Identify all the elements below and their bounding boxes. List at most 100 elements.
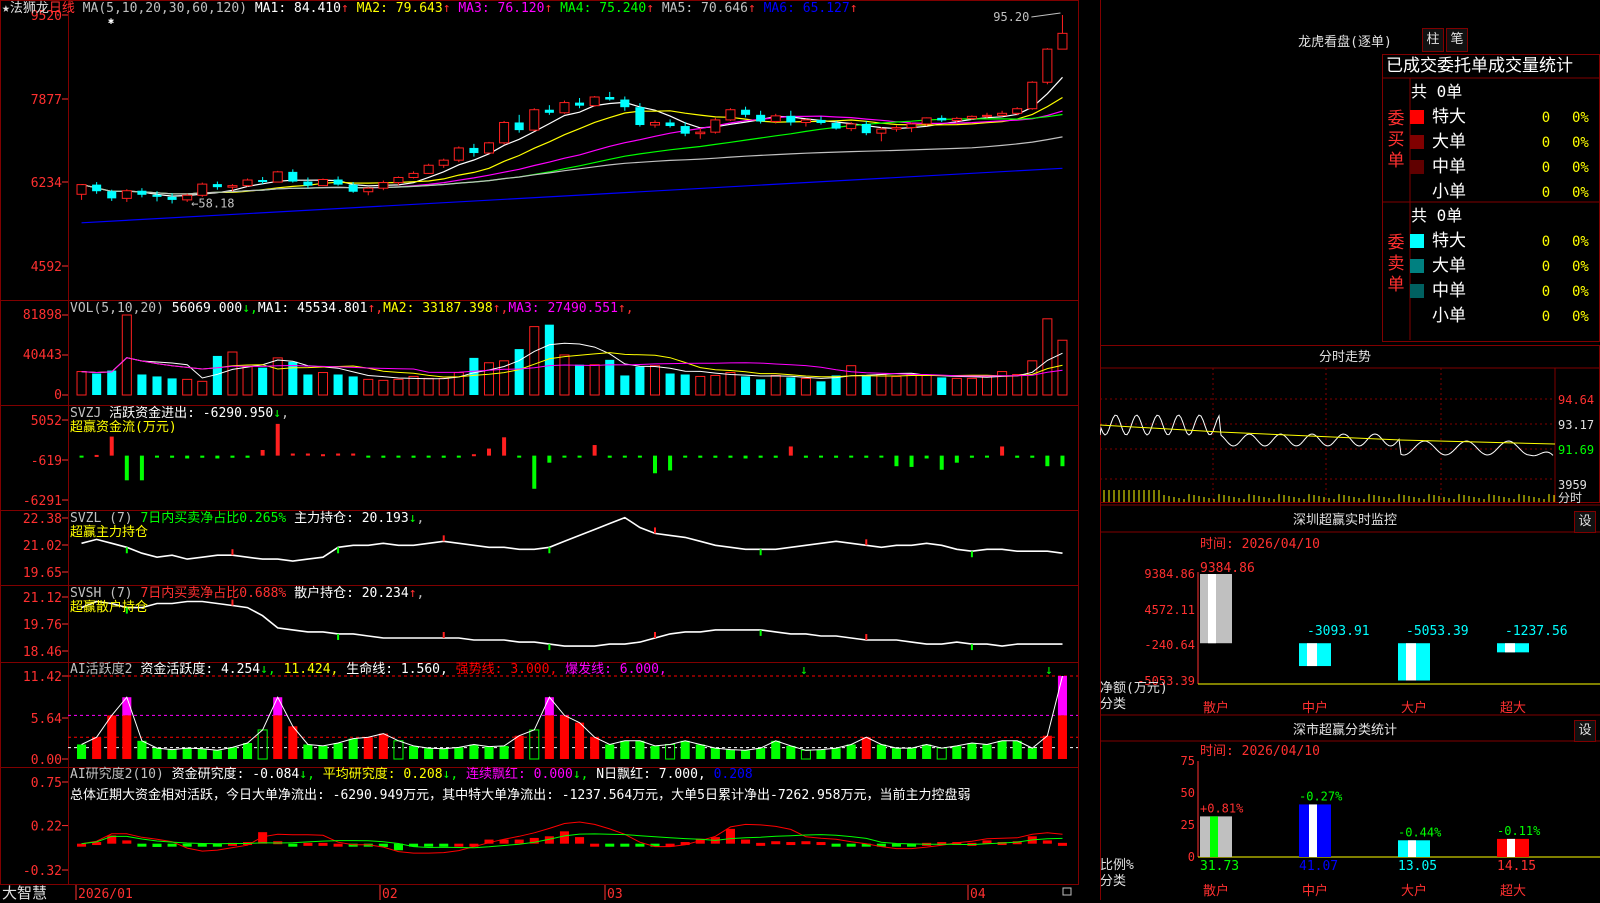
candle: [997, 110, 1008, 117]
candle: [197, 182, 208, 197]
class-tick: 75: [1181, 754, 1195, 768]
bar-mode-button[interactable]: 柱: [1422, 28, 1444, 52]
pen-mode-button[interactable]: 笔: [1446, 28, 1468, 52]
candle: [575, 98, 585, 109]
class-settings-button[interactable]: 设: [1574, 720, 1596, 742]
svzl-text1: 7日内买卖净占比0.265%: [140, 510, 294, 526]
ai2-bar: [575, 837, 585, 844]
class-bar: [1497, 838, 1529, 857]
sell-row-count: 0: [1542, 259, 1550, 275]
ai1-bar: [469, 744, 479, 759]
monitor-cat: 分类: [1100, 697, 1126, 712]
class-tick: 0: [1188, 850, 1195, 864]
ma120-line: [81, 167, 1063, 224]
kline-chart-area[interactable]: 9520 7877 6234 4592 95.20 ←58.18 ★法狮龙日线 MA(5,1…: [0, 0, 1100, 902]
vol-bar: [438, 377, 449, 396]
ai1-bar: [695, 744, 705, 759]
vol-ma-arrow: ↑,: [367, 301, 383, 316]
candle-body: [710, 119, 721, 133]
svsh-sub: 超赢散户持仓: [70, 599, 148, 615]
minute-tick: 91.69: [1558, 443, 1594, 457]
svzj-bar: [170, 455, 175, 458]
ai1-bar: [559, 715, 569, 759]
ai2-bar: [559, 831, 569, 844]
ai1-bar: [620, 740, 630, 759]
ai1-bar: [1057, 715, 1067, 759]
ai2-bar: [635, 843, 645, 847]
candle: [816, 116, 826, 125]
svzj-bar: [381, 455, 386, 458]
class-bar: [1299, 804, 1331, 857]
vol-bar: [76, 371, 87, 396]
vol-bar: [167, 378, 177, 395]
candle-body: [514, 122, 524, 131]
svsh-axis-label: 21.12: [23, 591, 62, 606]
ai2-bar: [424, 843, 434, 847]
vol-bar: [741, 376, 751, 395]
candle-body: [695, 131, 706, 135]
monitor-bar: [1398, 643, 1430, 681]
ai2-bar: [152, 843, 162, 847]
buy-row-count: 0: [1542, 135, 1550, 151]
ai2-bar: [771, 841, 781, 845]
candle: [438, 158, 449, 168]
vol-bar: [182, 378, 193, 396]
svzj-bar: [502, 437, 507, 456]
svzj-bar: [230, 455, 235, 458]
candle-body: [499, 121, 510, 144]
ma-arrow: ↑: [443, 1, 459, 16]
svzj-bar: [1015, 455, 1020, 458]
ai2-bar: [122, 840, 132, 844]
ai1-text3: 生命线: 1.560,: [346, 661, 455, 677]
ai2-bar: [303, 842, 313, 846]
monitor-settings-button[interactable]: 设: [1574, 511, 1596, 533]
ai2-summary: 总体近期大资金相对活跃，今日大单净流出: -6290.949万元，其中特大单净流…: [70, 787, 970, 803]
candle-body: [861, 123, 871, 134]
svzl-arrow: ↓: [409, 511, 417, 526]
ai2-bar: [333, 843, 343, 847]
chart-frame: [0, 0, 1079, 885]
ai1-bar: [378, 733, 388, 759]
minute-title: 分时走势: [1319, 349, 1371, 365]
sell-row-pct: 0%: [1572, 259, 1589, 275]
candle-body: [816, 119, 826, 123]
vol-bar: [378, 379, 389, 396]
candle-body: [906, 123, 917, 129]
candle: [1012, 107, 1023, 116]
candle: [272, 170, 283, 183]
candle: [906, 122, 917, 133]
ai1-bar-hollow: [393, 740, 404, 760]
svzl-sub: 超赢主力持仓: [70, 524, 148, 540]
svzj-arrow: ↓: [273, 406, 281, 421]
vol-bar: [770, 374, 781, 396]
ai2-text1: 资金研究度: -0.084: [172, 766, 300, 782]
candle: [317, 178, 329, 187]
svzj-bar: [1060, 455, 1065, 467]
candle: [469, 143, 479, 157]
candle-body: [423, 164, 434, 174]
ai1-bar: [710, 748, 720, 759]
vol-bar: [710, 374, 721, 396]
svzj-bar: [336, 453, 341, 456]
candle: [559, 100, 570, 114]
ma-arrow: ↑: [748, 1, 764, 16]
ma-arrow: ↑: [544, 1, 560, 16]
candle: [1057, 15, 1068, 50]
ai1-bar: [756, 748, 766, 759]
class-bar-label: 散户: [1203, 883, 1229, 899]
candle-body: [544, 109, 554, 113]
ai1-bar: [318, 745, 328, 759]
monitor-tick: -240.64: [1144, 638, 1195, 652]
candle-body: [575, 102, 585, 106]
svsh-header: SVSH (7) 7日内买卖净占比0.688% 散户持仓: 20.234↑,: [70, 585, 424, 601]
candle-body: [378, 182, 389, 189]
ai1-bar: [680, 740, 690, 759]
candle: [167, 193, 177, 204]
ai2-bar: [393, 843, 403, 851]
sell-total: 共 0单: [1411, 206, 1462, 225]
svzj-bar: [819, 455, 823, 458]
vol-bar: [227, 351, 238, 396]
ai1-bar: [922, 744, 932, 759]
buy-swatch: [1410, 135, 1424, 149]
svzj-bar: [185, 455, 190, 459]
